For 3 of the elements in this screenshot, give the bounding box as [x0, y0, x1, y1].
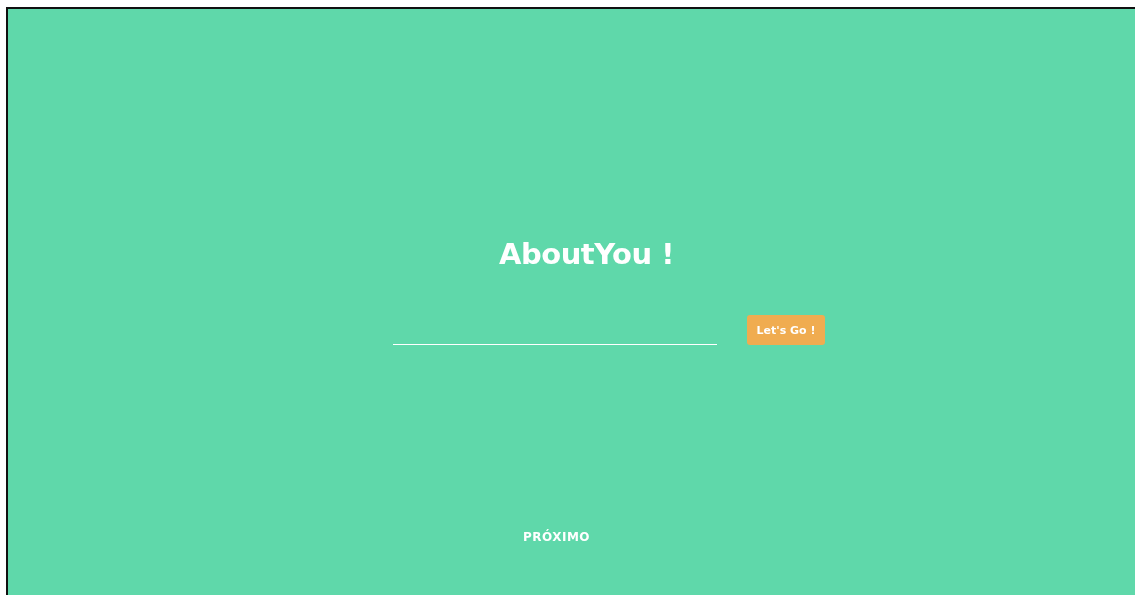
lets-go-button[interactable]: Let's Go !: [746, 315, 826, 345]
page-title: AboutYou !: [498, 237, 674, 271]
next-link[interactable]: PRÓXIMO: [522, 530, 591, 544]
